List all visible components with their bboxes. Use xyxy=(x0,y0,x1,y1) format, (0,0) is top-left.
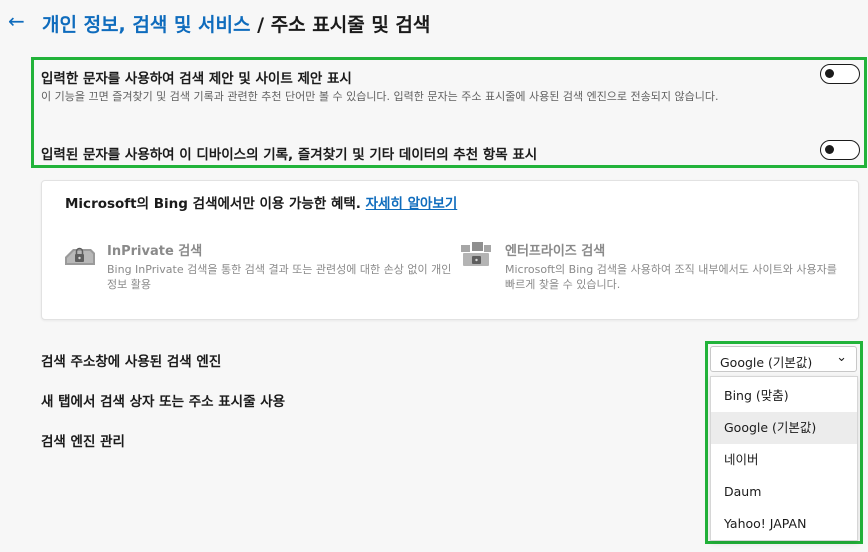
page-title: 주소 표시줄 및 검색 xyxy=(270,14,431,36)
breadcrumb-parent-link[interactable]: 개인 정보, 검색 및 서비스 xyxy=(42,14,250,36)
search-suggestions-toggle[interactable] xyxy=(820,64,860,84)
inprivate-search-title: InPrivate 검색 xyxy=(107,244,203,259)
dropdown-selected-value: Google (기본값) xyxy=(720,355,813,370)
device-suggestions-toggle[interactable] xyxy=(820,140,860,160)
chevron-down-icon: ⌄ xyxy=(836,350,847,365)
inprivate-search-description: Bing InPrivate 검색을 통한 검색 결과 또는 관련성에 대한 손… xyxy=(107,263,452,291)
menu-item-naver[interactable]: 네이버 xyxy=(711,444,857,476)
menu-item-google[interactable]: Google (기본값) xyxy=(711,412,857,444)
search-engine-label: 검색 주소창에 사용된 검색 엔진 xyxy=(41,354,222,370)
breadcrumb: 개인 정보, 검색 및 서비스 / 주소 표시줄 및 검색 xyxy=(42,10,430,37)
search-engine-dropdown[interactable]: Google (기본값) ⌄ xyxy=(710,346,857,372)
search-engine-menu: Bing (맞춤) Google (기본값) 네이버 Daum Yahoo! J… xyxy=(710,376,858,541)
manage-search-engines-link[interactable]: 검색 엔진 관리 xyxy=(41,430,125,450)
menu-item-daum[interactable]: Daum xyxy=(711,476,857,508)
learn-more-link[interactable]: 자세히 알아보기 xyxy=(366,196,458,212)
bing-benefits-text: Microsoft의 Bing 검색에서만 이용 가능한 혜택. xyxy=(65,196,361,212)
inprivate-search-icon xyxy=(65,247,95,265)
breadcrumb-separator: / xyxy=(257,14,265,36)
menu-item-bing[interactable]: Bing (맞춤) xyxy=(711,380,857,412)
bing-benefits-heading: Microsoft의 Bing 검색에서만 이용 가능한 혜택. 자세히 알아보… xyxy=(65,192,457,212)
new-tab-search-setting[interactable]: 새 탭에서 검색 상자 또는 주소 표시줄 사용 xyxy=(41,390,285,410)
enterprise-search-description: Microsoft의 Bing 검색을 사용하여 조직 내부에서도 사이트와 사… xyxy=(505,263,837,291)
back-arrow-icon[interactable]: ← xyxy=(8,9,25,33)
enterprise-search-icon xyxy=(461,242,491,266)
bing-benefits-card: Microsoft의 Bing 검색에서만 이용 가능한 혜택. 자세히 알아보… xyxy=(41,180,859,320)
toggle-knob xyxy=(825,69,834,78)
toggle-knob xyxy=(825,145,834,154)
search-suggestions-description: 이 기능을 끄면 즐겨찾기 및 검색 기록과 관련한 추천 단어만 볼 수 있습… xyxy=(41,90,719,103)
page-header: ← 개인 정보, 검색 및 서비스 / 주소 표시줄 및 검색 xyxy=(0,0,868,46)
enterprise-search-title: 엔터프라이즈 검색 xyxy=(505,244,606,259)
search-suggestions-title: 입력한 문자를 사용하여 검색 제안 및 사이트 제안 표시 xyxy=(41,71,352,87)
menu-item-yahoo-japan[interactable]: Yahoo! JAPAN xyxy=(711,508,857,540)
device-suggestions-title: 입력된 문자를 사용하여 이 디바이스의 기록, 즐겨찾기 및 기타 데이터의 … xyxy=(41,147,538,163)
